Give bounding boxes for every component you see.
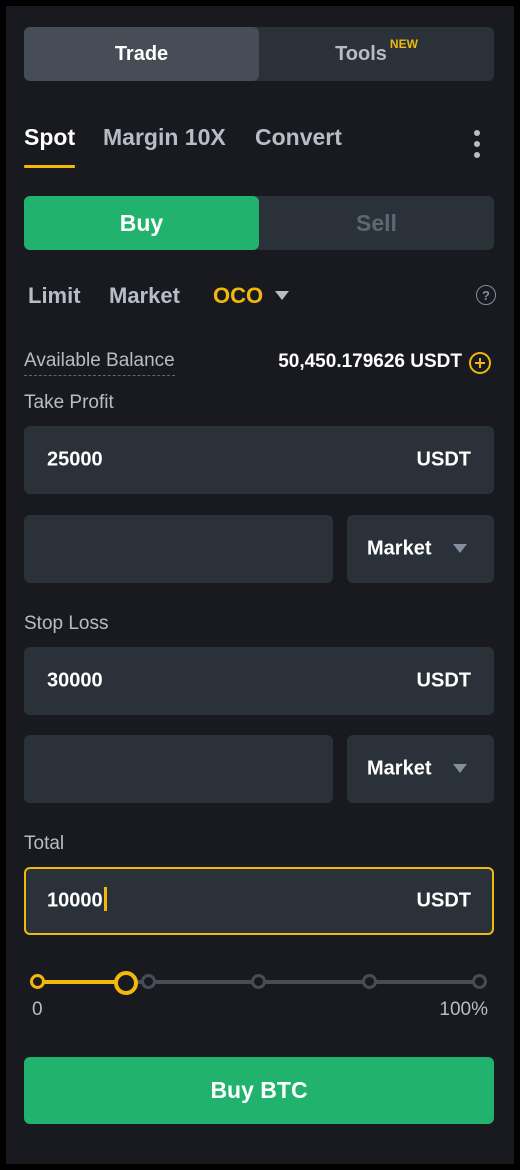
take-profit-price-input[interactable]: 25000 USDT xyxy=(24,426,494,494)
sell-side-label: Sell xyxy=(356,209,397,236)
order-type-limit[interactable]: Limit xyxy=(28,283,81,309)
help-glyph: ? xyxy=(482,287,490,303)
order-panel: Trade Tools NEW Spot Margin 10X Convert B… xyxy=(6,6,514,1164)
tab-spot[interactable]: Spot xyxy=(24,124,75,151)
sell-side-button[interactable]: Sell xyxy=(259,196,494,250)
mode-switch: Trade Tools NEW xyxy=(24,27,494,81)
side-switch: Buy Sell xyxy=(24,196,494,250)
tab-convert[interactable]: Convert xyxy=(255,124,342,151)
order-type-oco[interactable]: OCO xyxy=(213,283,263,309)
chevron-down-icon xyxy=(453,544,467,553)
tab-tools-label: Tools xyxy=(335,42,387,65)
chevron-down-icon[interactable] xyxy=(275,291,289,300)
active-tab-indicator xyxy=(24,165,75,168)
slider-tick-75[interactable] xyxy=(362,974,377,989)
slider-tick-25[interactable] xyxy=(141,974,156,989)
slider-tick-50[interactable] xyxy=(251,974,266,989)
new-badge: NEW xyxy=(389,37,418,51)
percent-slider-thumb[interactable] xyxy=(114,971,138,995)
take-profit-type-label: Market xyxy=(367,537,432,560)
slider-tick-100[interactable] xyxy=(472,974,487,989)
take-profit-price-value: 25000 xyxy=(47,448,103,471)
tab-tools[interactable]: Tools NEW xyxy=(259,27,494,81)
available-balance-value: 50,450.179626 USDT xyxy=(278,351,462,372)
stop-loss-type-label: Market xyxy=(367,757,432,780)
take-profit-unit: USDT xyxy=(416,448,471,471)
tab-trade-label: Trade xyxy=(114,42,169,65)
stop-loss-price-input[interactable]: 30000 USDT xyxy=(24,647,494,715)
stop-loss-price-value: 30000 xyxy=(47,669,103,692)
stop-loss-unit: USDT xyxy=(416,669,471,692)
slider-max-label: 100% xyxy=(439,999,488,1020)
help-icon[interactable]: ? xyxy=(476,285,496,305)
order-type-market[interactable]: Market xyxy=(109,283,180,309)
buy-side-button[interactable]: Buy xyxy=(24,196,259,250)
stop-loss-limit-input[interactable] xyxy=(24,735,333,803)
percent-slider-fill xyxy=(38,980,126,984)
take-profit-limit-input[interactable] xyxy=(24,515,333,583)
total-value-wrap: 10000 xyxy=(47,887,107,913)
total-unit: USDT xyxy=(416,889,471,912)
tab-trade[interactable]: Trade xyxy=(24,27,259,81)
total-label: Total xyxy=(24,833,65,854)
chevron-down-icon xyxy=(453,764,467,773)
take-profit-type-select[interactable]: Market xyxy=(347,515,494,583)
buy-side-label: Buy xyxy=(119,209,164,236)
buy-btc-button[interactable]: Buy BTC xyxy=(24,1057,494,1124)
text-cursor xyxy=(103,887,107,911)
slider-tick-0[interactable] xyxy=(30,974,45,989)
more-options-icon[interactable] xyxy=(472,130,482,162)
stop-loss-type-select[interactable]: Market xyxy=(347,735,494,803)
available-balance-label[interactable]: Available Balance xyxy=(24,350,175,376)
buy-btc-label: Buy BTC xyxy=(210,1077,308,1103)
slider-min-label: 0 xyxy=(32,999,43,1020)
add-funds-icon[interactable] xyxy=(469,352,491,374)
tab-margin[interactable]: Margin 10X xyxy=(103,124,226,151)
take-profit-label: Take Profit xyxy=(24,392,114,413)
stop-loss-label: Stop Loss xyxy=(24,613,109,634)
total-input[interactable]: 10000 USDT xyxy=(24,867,494,935)
total-value: 10000 xyxy=(47,889,103,912)
